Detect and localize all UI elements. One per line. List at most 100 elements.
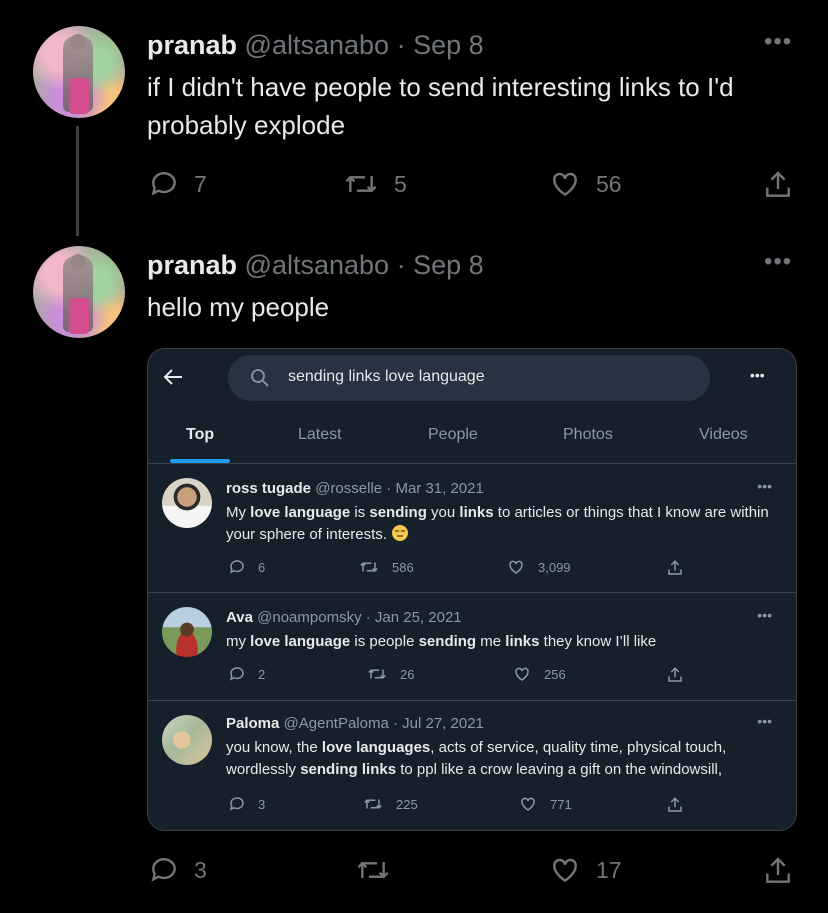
retweet-count: 5 bbox=[394, 170, 407, 197]
tweet-header: pranab @altsanabo · Sep 8 bbox=[147, 250, 484, 281]
share-button[interactable] bbox=[666, 665, 684, 685]
reply-button[interactable]: 3 bbox=[148, 854, 207, 886]
result-header: Ava @noampomsky · Jan 25, 2021 bbox=[226, 609, 462, 626]
retweet-count: 26 bbox=[400, 666, 415, 682]
retweet-icon bbox=[364, 799, 382, 809]
reply-icon bbox=[151, 858, 176, 882]
more-icon[interactable]: ••• bbox=[764, 248, 792, 276]
more-icon[interactable]: ••• bbox=[764, 28, 792, 56]
retweet-button[interactable] bbox=[354, 854, 406, 886]
retweet-icon bbox=[368, 669, 386, 679]
handle-date[interactable]: @AgentPaloma · Jul 27, 2021 bbox=[284, 715, 484, 732]
list-item[interactable]: ross tugade @rosselle · Mar 31, 2021 •••… bbox=[148, 464, 796, 593]
retweet-button[interactable]: 225 bbox=[362, 795, 418, 813]
retweet-button[interactable]: 586 bbox=[358, 558, 414, 576]
result-header: Paloma @AgentPaloma · Jul 27, 2021 bbox=[226, 715, 484, 732]
display-name[interactable]: ross tugade bbox=[226, 480, 311, 497]
attached-image[interactable]: sending links love language ••• Top Late… bbox=[147, 348, 797, 831]
like-icon bbox=[509, 560, 523, 574]
reply-button[interactable]: 6 bbox=[228, 558, 265, 576]
like-button[interactable]: 771 bbox=[518, 795, 572, 813]
tweet-date[interactable]: Sep 8 bbox=[413, 30, 484, 60]
handle-date[interactable]: @rosselle · Mar 31, 2021 bbox=[315, 480, 484, 497]
like-icon bbox=[553, 858, 577, 883]
more-icon[interactable]: ••• bbox=[750, 367, 765, 383]
share-button[interactable] bbox=[762, 854, 794, 888]
share-button[interactable] bbox=[762, 168, 794, 202]
list-item[interactable]: Ava @noampomsky · Jan 25, 2021 ••• my lo… bbox=[148, 593, 796, 701]
like-button[interactable]: 3,099 bbox=[506, 558, 571, 576]
share-button[interactable] bbox=[666, 558, 684, 578]
result-text: My love language is sending you links to… bbox=[226, 504, 769, 543]
handle[interactable]: @altsanabo bbox=[245, 30, 390, 60]
display-name[interactable]: pranab bbox=[147, 250, 237, 280]
like-count: 3,099 bbox=[538, 559, 571, 575]
active-tab-indicator bbox=[170, 459, 230, 463]
reply-count: 2 bbox=[258, 666, 266, 682]
reply-button[interactable]: 7 bbox=[148, 168, 207, 200]
retweet-count: 586 bbox=[392, 559, 414, 575]
search-icon bbox=[251, 369, 269, 387]
result-header: ross tugade @rosselle · Mar 31, 2021 bbox=[226, 480, 484, 497]
handle-date[interactable]: @noampomsky · Jan 25, 2021 bbox=[257, 609, 462, 626]
share-button[interactable] bbox=[666, 795, 684, 815]
list-item[interactable]: Paloma @AgentPaloma · Jul 27, 2021 ••• y… bbox=[148, 701, 796, 830]
emoji-face-icon bbox=[392, 525, 409, 541]
retweet-button[interactable]: 5 bbox=[342, 168, 407, 200]
share-icon bbox=[766, 171, 790, 197]
separator: · bbox=[396, 250, 406, 280]
tweet-text: if I didn't have people to send interest… bbox=[147, 72, 734, 140]
reply-icon bbox=[151, 172, 176, 196]
share-icon bbox=[766, 857, 790, 883]
search-bar-row: sending links love language ••• bbox=[148, 349, 796, 409]
thread-connector bbox=[76, 126, 79, 236]
search-input[interactable]: sending links love language bbox=[228, 355, 710, 401]
like-count: 17 bbox=[596, 856, 622, 883]
avatar[interactable] bbox=[162, 715, 212, 765]
like-button[interactable]: 256 bbox=[512, 665, 566, 683]
separator: · bbox=[396, 30, 406, 60]
more-icon[interactable]: ••• bbox=[757, 607, 772, 623]
like-button[interactable]: 56 bbox=[548, 168, 622, 200]
like-icon bbox=[515, 667, 529, 681]
display-name[interactable]: Paloma bbox=[226, 715, 279, 732]
like-icon bbox=[553, 172, 577, 197]
result-text: you know, the love languages, acts of se… bbox=[226, 739, 727, 778]
tab-top[interactable]: Top bbox=[186, 426, 214, 444]
search-query: sending links love language bbox=[288, 368, 485, 385]
more-icon[interactable]: ••• bbox=[757, 713, 772, 729]
share-icon bbox=[668, 560, 682, 575]
tweet-header: pranab @altsanabo · Sep 8 bbox=[147, 30, 484, 61]
tab-videos[interactable]: Videos bbox=[699, 426, 748, 444]
retweet-button[interactable]: 26 bbox=[366, 665, 414, 683]
reply-icon bbox=[229, 560, 244, 574]
avatar[interactable] bbox=[33, 26, 125, 118]
retweet-icon bbox=[345, 175, 377, 193]
share-icon bbox=[668, 667, 682, 682]
reply-button[interactable]: 2 bbox=[228, 665, 265, 683]
back-arrow-icon[interactable] bbox=[162, 367, 184, 387]
like-count: 256 bbox=[544, 666, 566, 682]
like-button[interactable]: 17 bbox=[548, 854, 622, 886]
handle[interactable]: @altsanabo bbox=[245, 250, 390, 280]
more-icon[interactable]: ••• bbox=[757, 478, 772, 494]
retweet-count: 225 bbox=[396, 796, 418, 812]
retweet-icon bbox=[357, 861, 389, 879]
tab-photos[interactable]: Photos bbox=[563, 426, 613, 444]
display-name[interactable]: pranab bbox=[147, 30, 237, 60]
tab-people[interactable]: People bbox=[428, 426, 478, 444]
tweet-date[interactable]: Sep 8 bbox=[413, 250, 484, 280]
reply-count: 7 bbox=[194, 170, 207, 197]
reply-button[interactable]: 3 bbox=[228, 795, 265, 813]
avatar[interactable] bbox=[162, 607, 212, 657]
result-text: my love language is people sending me li… bbox=[226, 633, 657, 650]
tweet-text: hello my people bbox=[147, 292, 330, 322]
like-count: 771 bbox=[550, 796, 572, 812]
avatar[interactable] bbox=[33, 246, 125, 338]
tab-latest[interactable]: Latest bbox=[298, 426, 342, 444]
like-icon bbox=[521, 797, 535, 811]
reply-count: 6 bbox=[258, 559, 266, 575]
avatar[interactable] bbox=[162, 478, 212, 528]
display-name[interactable]: Ava bbox=[226, 609, 253, 626]
reply-icon bbox=[229, 797, 244, 811]
